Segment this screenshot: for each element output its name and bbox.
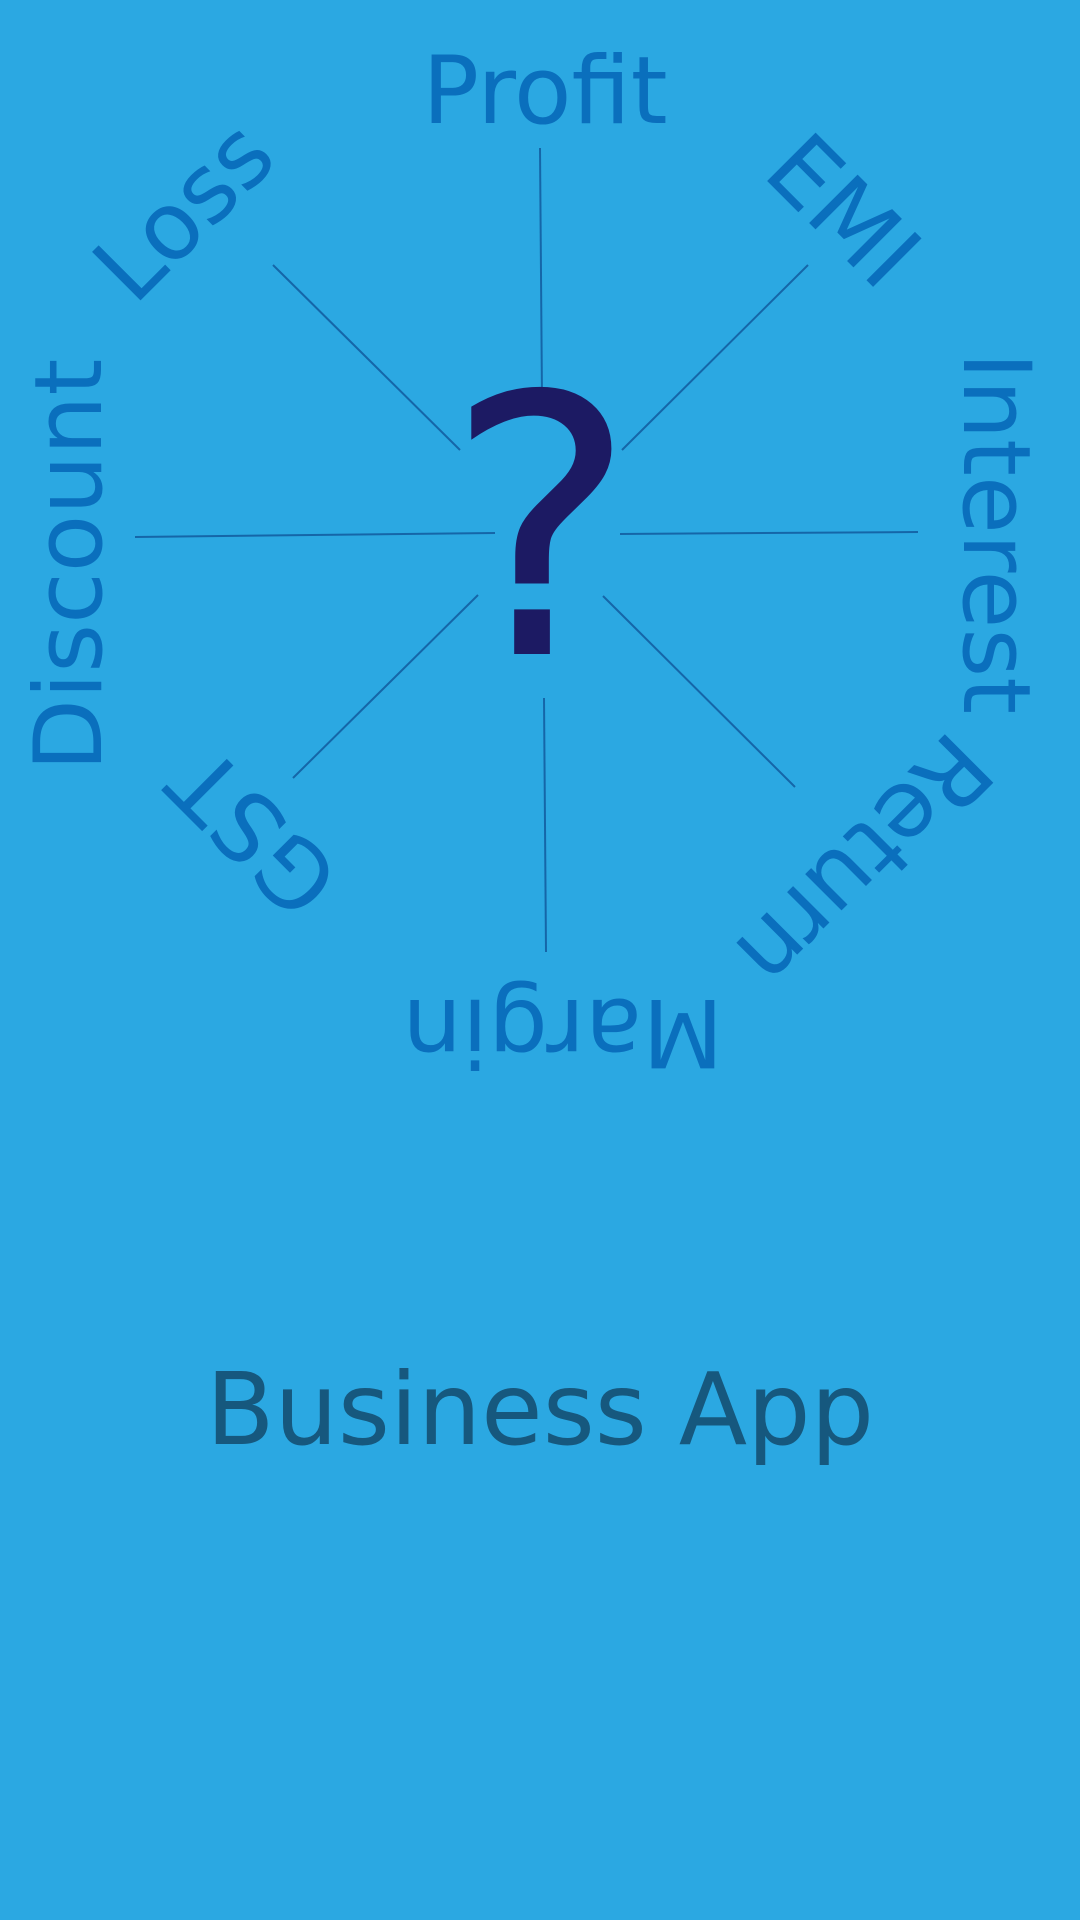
spoke-line-discount (134, 532, 496, 538)
spoke-line-emi (621, 264, 809, 451)
spoke-line-loss (272, 264, 461, 451)
app-title: Business App (205, 1351, 875, 1468)
topic-label-profit: Profit (422, 37, 668, 146)
topic-label-discount: Discount (15, 358, 124, 772)
splash-screen: Profit EMI Interest Return Margin GST Di… (0, 0, 1080, 1920)
topic-label-margin: Margin (402, 977, 724, 1086)
spoke-line-interest (619, 531, 919, 535)
question-mark-icon: ? (445, 320, 637, 739)
topic-label-interest: Interest (941, 351, 1050, 715)
